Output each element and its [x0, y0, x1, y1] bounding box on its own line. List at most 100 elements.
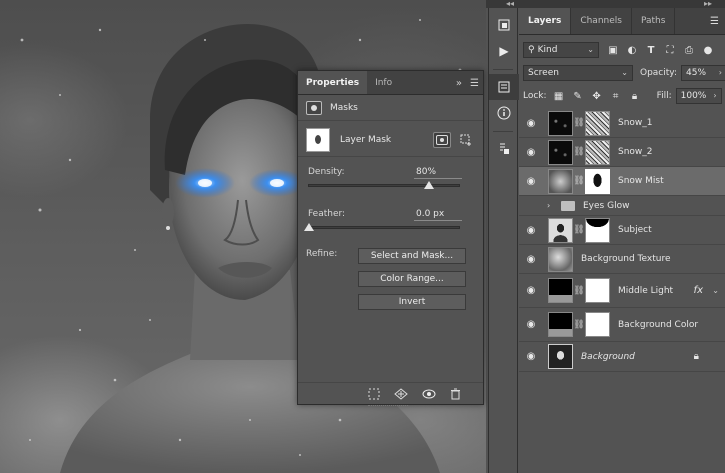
properties-panel-icon[interactable] [489, 74, 519, 100]
fill-field[interactable]: 100% › [675, 88, 722, 104]
lock-label: Lock: [523, 91, 547, 101]
lock-all-icon[interactable]: 🔒︎ [627, 89, 643, 103]
layer-thumbnail[interactable] [548, 168, 573, 194]
filter-toggle-icon[interactable]: ● [700, 43, 716, 57]
collapse-right-icon[interactable]: ▸▸ [704, 0, 712, 8]
filter-kind-select[interactable]: ⚲ Kind ⌄ [523, 42, 599, 58]
lock-artboard-icon[interactable]: ⌗ [608, 89, 624, 103]
layer-mask-thumbnail[interactable] [585, 312, 610, 337]
load-selection-icon[interactable] [368, 388, 380, 400]
visibility-eye-icon[interactable]: ◉ [519, 147, 543, 158]
layer-name[interactable]: Background [581, 352, 635, 362]
clone-source-icon[interactable] [489, 136, 519, 162]
add-vector-mask-button[interactable] [457, 132, 475, 148]
layer-thumbnail[interactable] [548, 312, 573, 337]
expand-icon[interactable]: » [456, 78, 462, 89]
actions-play-icon[interactable]: ▶ [489, 38, 519, 64]
link-chain-icon[interactable]: ⛓ [573, 286, 585, 296]
visibility-eye-icon[interactable]: ◉ [519, 319, 543, 330]
density-slider-handle[interactable] [424, 181, 434, 189]
visibility-eye-icon[interactable]: ◉ [519, 254, 543, 265]
smart-object-filter-icon[interactable]: ⎙ [681, 43, 697, 57]
adjustment-filter-icon[interactable]: ◐ [624, 43, 640, 57]
layer-thumbnail[interactable] [548, 110, 573, 136]
feather-slider-handle[interactable] [304, 223, 314, 231]
layer-name[interactable]: Middle Light [618, 286, 673, 296]
visibility-eye-icon[interactable]: ◉ [519, 351, 543, 362]
opacity-field[interactable]: 45% › [681, 65, 725, 81]
lock-icon[interactable]: 🔒︎ [694, 351, 699, 362]
chevron-right-icon[interactable]: › [547, 201, 555, 210]
toggle-mask-visibility-icon[interactable] [422, 389, 436, 399]
tab-channels[interactable]: Channels [571, 8, 632, 34]
layer-row-middle-light[interactable]: ◉ ⛓ Middle Light fx ⌄ [519, 274, 725, 308]
layer-effects-icon[interactable]: fx [694, 285, 703, 296]
layer-thumbnail[interactable] [548, 139, 573, 165]
density-value[interactable]: 80% [416, 167, 436, 177]
layer-thumbnail[interactable] [548, 246, 573, 272]
layer-name[interactable]: Subject [618, 225, 652, 235]
layer-thumbnail[interactable] [548, 217, 573, 243]
lock-position-icon[interactable]: ✥ [589, 89, 605, 103]
layer-thumbnail[interactable] [548, 344, 573, 369]
invert-button[interactable]: Invert [358, 294, 466, 310]
layer-row-background-texture[interactable]: ◉ Background Texture [519, 245, 725, 274]
layer-row-snow-2[interactable]: ◉ ⛓ Snow_2 [519, 138, 725, 167]
layer-row-snow-1[interactable]: ◉ ⛓ Snow_1 [519, 109, 725, 138]
layer-mask-thumbnail[interactable] [306, 127, 330, 152]
chevron-right-icon: › [713, 91, 717, 100]
delete-mask-icon[interactable] [450, 388, 461, 400]
link-chain-icon[interactable]: ⛓ [573, 225, 585, 235]
visibility-eye-icon[interactable]: ◉ [519, 225, 543, 236]
shape-filter-icon[interactable]: ⛶ [662, 43, 678, 57]
visibility-eye-icon[interactable]: ◉ [519, 176, 543, 187]
tab-paths[interactable]: Paths [632, 8, 676, 34]
layer-mask-thumbnail[interactable] [585, 168, 610, 194]
layer-mask-thumbnail[interactable] [585, 139, 610, 165]
info-icon[interactable] [489, 100, 519, 126]
visibility-eye-icon[interactable]: ◉ [519, 285, 543, 296]
pixel-filter-icon[interactable]: ▣ [605, 43, 621, 57]
link-chain-icon[interactable]: ⛓ [573, 320, 585, 330]
lock-transparent-pixels-icon[interactable]: ▦ [551, 89, 567, 103]
apply-mask-icon[interactable] [394, 387, 408, 400]
type-filter-icon[interactable]: T [643, 43, 659, 57]
layer-name[interactable]: Eyes Glow [583, 201, 629, 211]
properties-footer [298, 382, 483, 404]
collapse-left-icon[interactable]: ◂◂ [506, 0, 514, 8]
layer-mask-thumbnail[interactable] [585, 278, 610, 303]
tab-layers[interactable]: Layers [519, 8, 572, 34]
layer-name[interactable]: Snow Mist [618, 176, 664, 186]
tab-properties[interactable]: Properties [298, 71, 368, 94]
layer-row-subject[interactable]: ◉ ⛓ Subject [519, 216, 725, 245]
layer-mask-thumbnail[interactable] [585, 110, 610, 136]
chevron-down-icon[interactable]: ⌄ [712, 286, 719, 295]
layer-thumbnail[interactable] [548, 278, 573, 303]
select-pixel-mask-button[interactable] [433, 131, 451, 148]
layer-name[interactable]: Background Texture [581, 254, 671, 264]
layer-name[interactable]: Snow_1 [618, 118, 653, 128]
layer-name[interactable]: Background Color [618, 320, 698, 330]
layer-row-snow-mist[interactable]: ◉ ⛓ Snow Mist [519, 167, 725, 196]
select-and-mask-button[interactable]: Select and Mask... [358, 248, 466, 264]
history-icon[interactable] [489, 12, 519, 38]
tab-info[interactable]: Info [367, 71, 400, 94]
layers-menu-icon[interactable]: ☰ [710, 16, 719, 27]
layer-row-background-color[interactable]: ◉ ⛓ Background Color [519, 308, 725, 342]
layer-group-eyes-glow[interactable]: › Eyes Glow [519, 196, 725, 216]
feather-slider-track[interactable] [308, 226, 460, 229]
color-range-button[interactable]: Color Range... [358, 271, 466, 287]
link-chain-icon[interactable]: ⛓ [573, 147, 585, 157]
visibility-eye-icon[interactable]: ◉ [519, 118, 543, 129]
panel-menu-icon[interactable]: ☰ [470, 78, 479, 89]
density-slider-track[interactable] [308, 184, 460, 187]
layer-row-background[interactable]: ◉ Background 🔒︎ [519, 342, 725, 372]
link-chain-icon[interactable]: ⛓ [573, 176, 585, 186]
blend-mode-select[interactable]: Screen ⌄ [523, 65, 633, 81]
layer-mask-thumbnail[interactable] [585, 217, 610, 243]
lock-image-pixels-icon[interactable]: ✎ [570, 89, 586, 103]
link-chain-icon[interactable]: ⛓ [573, 118, 585, 128]
feather-value[interactable]: 0.0 px [416, 209, 444, 219]
layer-name[interactable]: Snow_2 [618, 147, 653, 157]
panel-collapse-bar[interactable]: ◂◂ ▸▸ [486, 0, 725, 8]
